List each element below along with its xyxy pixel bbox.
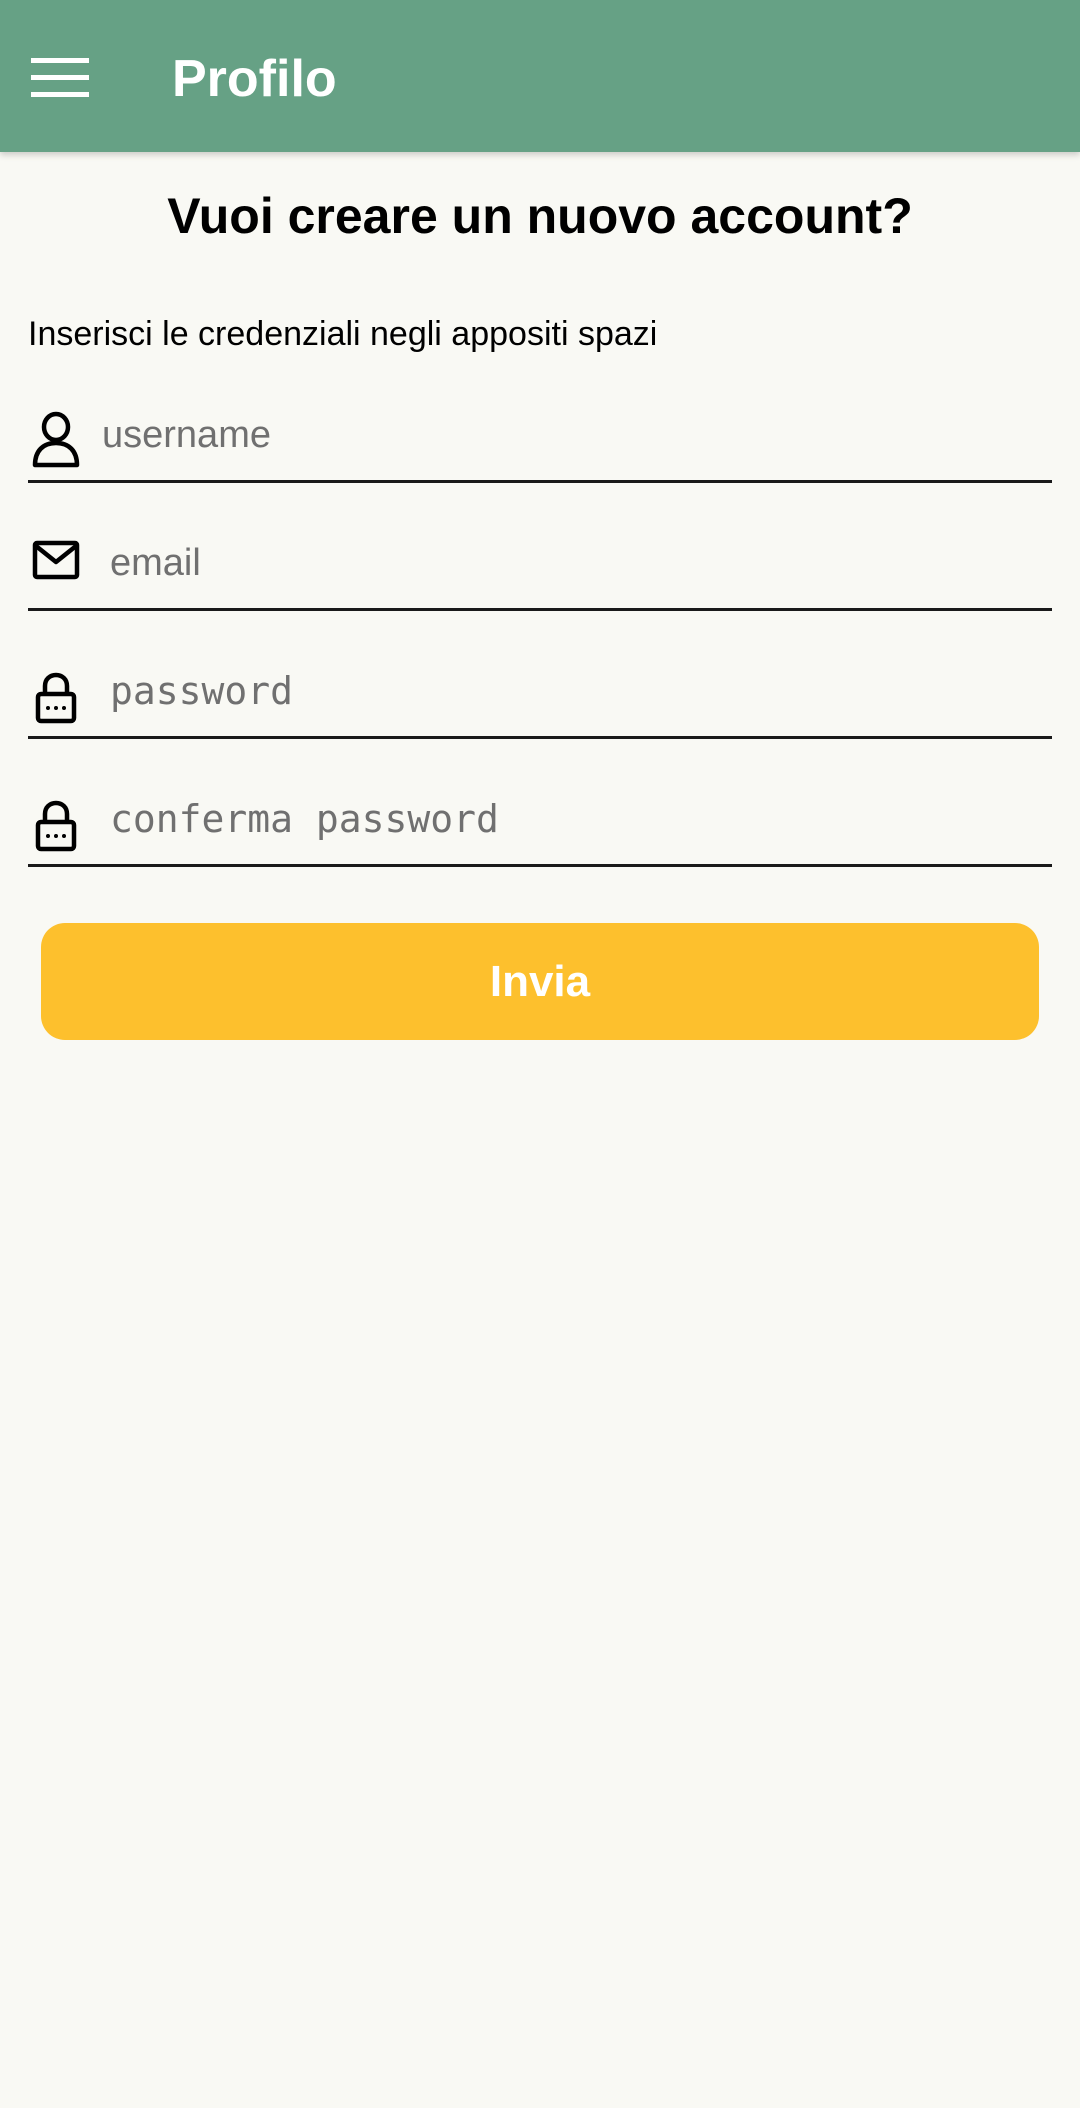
lock-icon — [28, 667, 84, 729]
hamburger-menu-icon — [31, 58, 89, 97]
page-title: Profilo — [172, 50, 337, 108]
username-field — [28, 383, 1052, 483]
app-bar: Profilo — [0, 0, 1080, 152]
email-input[interactable] — [110, 533, 1010, 593]
submit-button[interactable]: Invia — [41, 923, 1039, 1040]
lock-icon — [28, 795, 84, 857]
confirm-password-input[interactable] — [110, 789, 1010, 849]
username-input[interactable] — [102, 405, 1002, 465]
password-field — [28, 639, 1052, 739]
mail-icon — [28, 529, 84, 591]
password-input[interactable] — [110, 661, 1010, 721]
email-field — [28, 511, 1052, 611]
signup-heading: Vuoi creare un nuovo account? — [167, 188, 913, 244]
confirm-password-field — [28, 767, 1052, 867]
menu-button[interactable] — [14, 38, 106, 118]
signup-instructions: Inserisci le credenziali negli appositi … — [28, 315, 658, 353]
person-icon — [28, 409, 84, 471]
